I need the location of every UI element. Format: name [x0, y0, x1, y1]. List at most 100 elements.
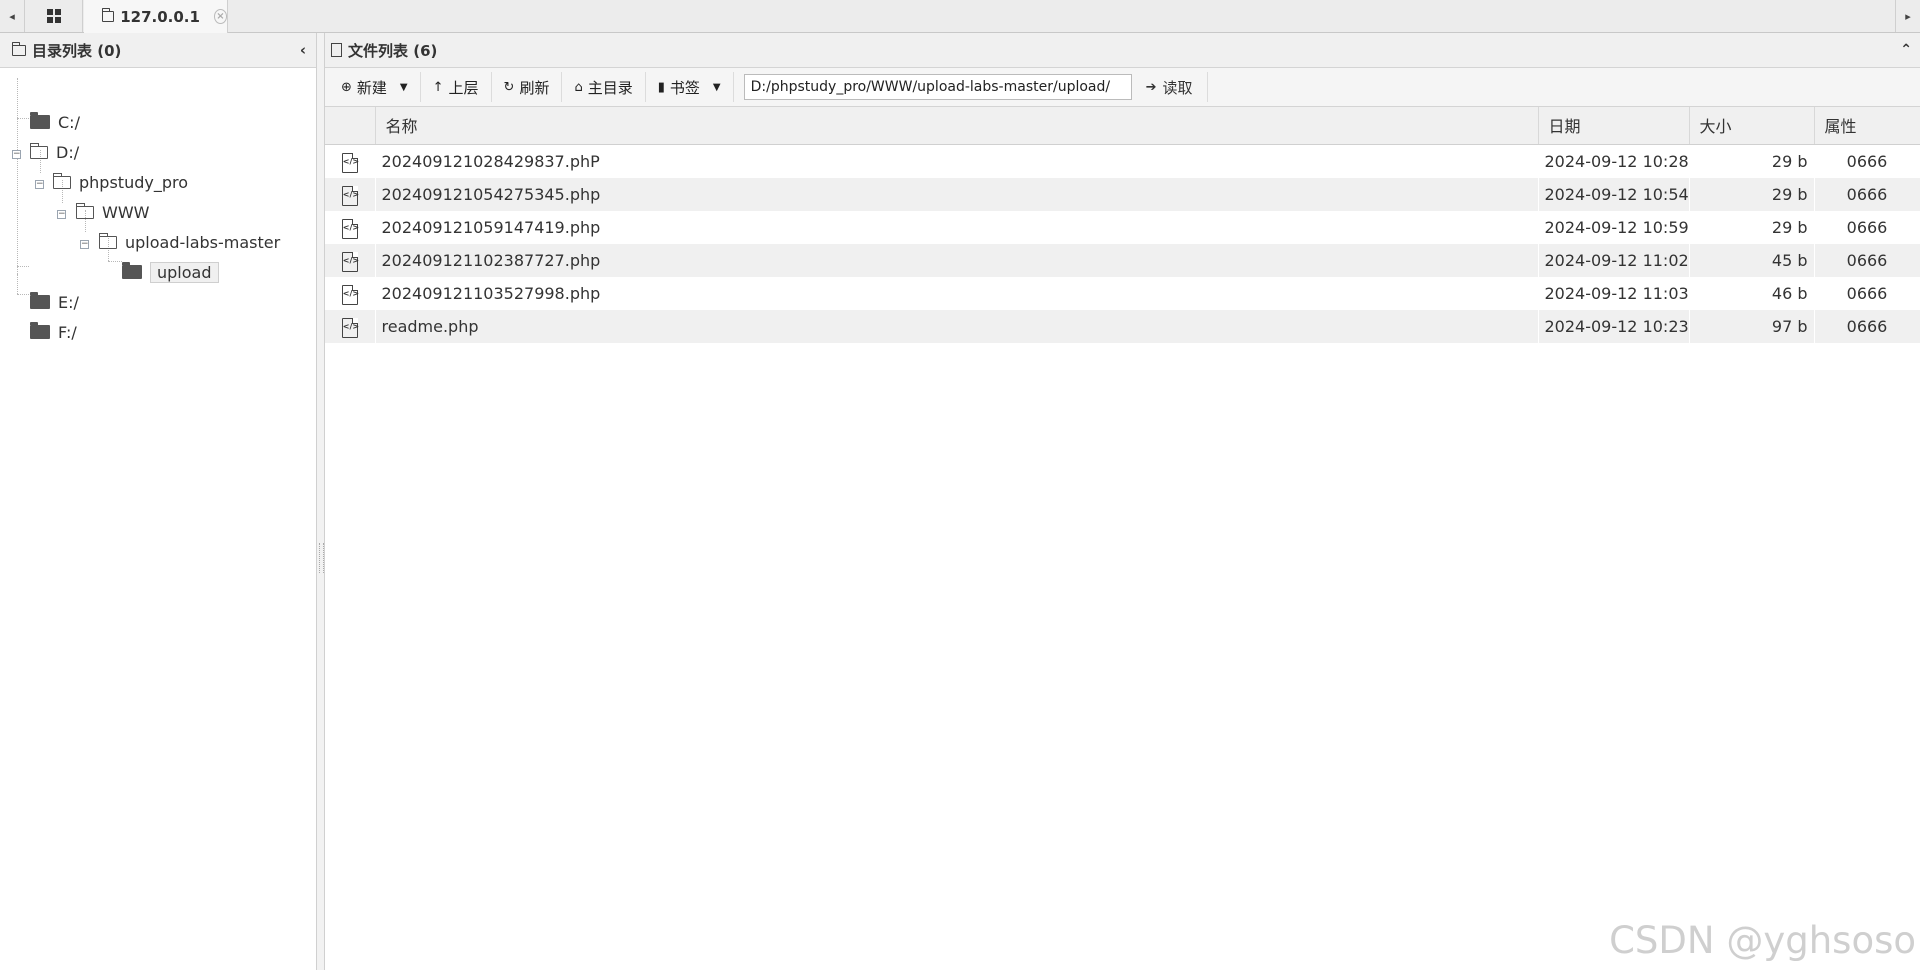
tab-scroll-right-button[interactable]: ▸	[1895, 0, 1920, 32]
chevron-up-icon[interactable]: ⌃	[1900, 42, 1912, 58]
home-directory-button-label: 主目录	[587, 78, 633, 97]
file-panel: 文件列表 (6) ⌃ ⊕ 新建 ▼ ↑ 上层 ↻ 刷新 ⌂ 主目录 ▮ 书签 ▼…	[325, 33, 1920, 970]
bookmark-button[interactable]: ▮ 书签 ▼	[646, 72, 734, 102]
close-icon[interactable]: ×	[213, 9, 227, 24]
table-row[interactable]: </> 202409121054275345.php 2024-09-12 10…	[325, 177, 1920, 211]
tree-node-upload-labs-master[interactable]: upload-labs-master	[98, 230, 280, 254]
file-name: 202409121102387727.php	[375, 243, 1538, 277]
refresh-icon: ↻	[503, 79, 515, 95]
php-file-icon: </>	[341, 284, 359, 305]
file-size: 29 b	[1771, 217, 1808, 237]
file-name: readme.php	[375, 309, 1538, 343]
tree-node-label: D:/	[56, 142, 80, 162]
home-icon: ⌂	[574, 79, 583, 95]
directory-panel-header: 目录列表 (0) ‹	[0, 33, 316, 68]
tree-line	[17, 78, 18, 276]
file-date: 2024-09-12 10:23:06	[1538, 309, 1689, 343]
column-header-date[interactable]: 日期	[1538, 107, 1690, 145]
collapse-left-panel-button[interactable]: ‹	[300, 41, 306, 59]
watermark: CSDN @yghsoso	[1609, 919, 1916, 962]
column-header-icon	[325, 107, 376, 145]
refresh-button-label: 刷新	[519, 78, 550, 97]
bookmark-icon: ▮	[657, 79, 665, 95]
file-size: 46 b	[1771, 283, 1808, 303]
file-toolbar: ⊕ 新建 ▼ ↑ 上层 ↻ 刷新 ⌂ 主目录 ▮ 书签 ▼ ➔ 读取	[325, 68, 1920, 107]
tree-line	[108, 261, 122, 262]
file-size: 29 b	[1771, 151, 1808, 171]
tree-node-f[interactable]: F:/	[30, 320, 77, 344]
tree-node-www[interactable]: WWW	[75, 200, 150, 224]
panel-splitter[interactable]	[317, 33, 325, 970]
tree-node-c[interactable]: C:/	[30, 110, 80, 134]
folder-icon	[122, 262, 142, 279]
file-icon	[331, 43, 342, 57]
collapse-node-d-button[interactable]: −	[12, 150, 21, 159]
tab-bar: ◂ 127.0.0.1 × ▸	[0, 0, 1920, 33]
new-button[interactable]: ⊕ 新建 ▼	[329, 72, 421, 102]
caret-down-icon: ▼	[712, 81, 721, 93]
tree-node-label: F:/	[58, 322, 77, 342]
folder-open-icon	[98, 232, 117, 249]
tree-node-e[interactable]: E:/	[30, 290, 79, 314]
file-attr: 0666	[1814, 177, 1920, 211]
table-row[interactable]: </> 202409121102387727.php 2024-09-12 11…	[325, 243, 1920, 277]
caret-left-icon: ◂	[9, 9, 15, 23]
home-directory-button[interactable]: ⌂ 主目录	[562, 72, 646, 102]
file-date: 2024-09-12 10:59:14	[1544, 217, 1689, 237]
table-row[interactable]: </> 202409121103527998.php 2024-09-12 11…	[325, 277, 1920, 310]
folder-open-icon	[52, 172, 71, 189]
tab-scroll-left-button[interactable]: ◂	[0, 0, 25, 32]
tree-node-phpstudy-pro[interactable]: phpstudy_pro	[52, 170, 188, 194]
file-date: 2024-09-12 10:54:27	[1538, 177, 1689, 211]
collapse-node-phpstudy-button[interactable]: −	[35, 180, 44, 189]
arrow-up-icon: ↑	[432, 79, 444, 95]
folder-icon	[30, 322, 50, 339]
column-header-name[interactable]: 名称	[375, 107, 1539, 145]
file-size: 45 b	[1689, 243, 1814, 277]
file-name: 202409121028429837.phP	[381, 151, 600, 171]
tree-node-d[interactable]: D:/	[29, 140, 80, 164]
php-file-icon: </>	[341, 317, 359, 338]
collapse-node-www-button[interactable]: −	[57, 210, 66, 219]
drag-handle-icon	[319, 543, 324, 573]
read-button-label: 读取	[1162, 78, 1193, 97]
file-table: 名称 日期 大小 属性 </> 202409121028429837.phP 2…	[325, 107, 1920, 343]
tree-node-label: WWW	[102, 202, 150, 222]
tree-line	[17, 274, 18, 294]
file-date: 2024-09-12 11:03:52	[1544, 283, 1689, 303]
directory-panel-title: 目录列表 (0)	[32, 41, 122, 60]
table-row[interactable]: </> 202409121059147419.php 2024-09-12 10…	[325, 211, 1920, 244]
up-button-label: 上层	[448, 78, 479, 97]
folder-icon	[102, 8, 115, 22]
plus-circle-icon: ⊕	[341, 79, 352, 95]
up-button[interactable]: ↑ 上层	[421, 72, 492, 102]
tree-node-label: E:/	[58, 292, 79, 312]
read-button[interactable]: ➔ 读取	[1132, 72, 1208, 102]
new-button-label: 新建	[356, 78, 387, 97]
file-date: 2024-09-12 11:02:38	[1538, 243, 1689, 277]
refresh-button[interactable]: ↻ 刷新	[492, 72, 563, 102]
file-size: 29 b	[1689, 177, 1814, 211]
collapse-node-upload-labs-button[interactable]: −	[80, 240, 89, 249]
file-panel-title: 文件列表 (6)	[348, 41, 438, 60]
file-size: 97 b	[1689, 309, 1814, 343]
table-row[interactable]: </> 202409121028429837.phP 2024-09-12 10…	[325, 144, 1920, 178]
folder-open-icon	[75, 202, 94, 219]
column-header-size[interactable]: 大小	[1689, 107, 1815, 145]
file-attr: 0666	[1846, 217, 1888, 237]
tab-connection-label: 127.0.0.1	[120, 7, 200, 26]
table-header-row: 名称 日期 大小 属性	[325, 107, 1920, 145]
home-tab[interactable]	[26, 0, 83, 32]
file-name: 202409121059147419.php	[381, 217, 601, 237]
folder-icon	[12, 41, 26, 56]
table-row[interactable]: </> readme.php 2024-09-12 10:23:06 97 b …	[325, 309, 1920, 343]
path-input[interactable]	[743, 74, 1132, 100]
tree-node-label: upload	[150, 261, 219, 283]
php-file-icon: </>	[341, 218, 359, 239]
column-header-attr[interactable]: 属性	[1814, 107, 1920, 145]
folder-icon	[30, 292, 50, 309]
tree-node-upload[interactable]: upload	[122, 260, 219, 284]
file-date: 2024-09-12 10:28:42	[1544, 151, 1689, 171]
tab-connection[interactable]: 127.0.0.1 ×	[84, 0, 228, 33]
php-file-icon: </>	[341, 251, 359, 272]
